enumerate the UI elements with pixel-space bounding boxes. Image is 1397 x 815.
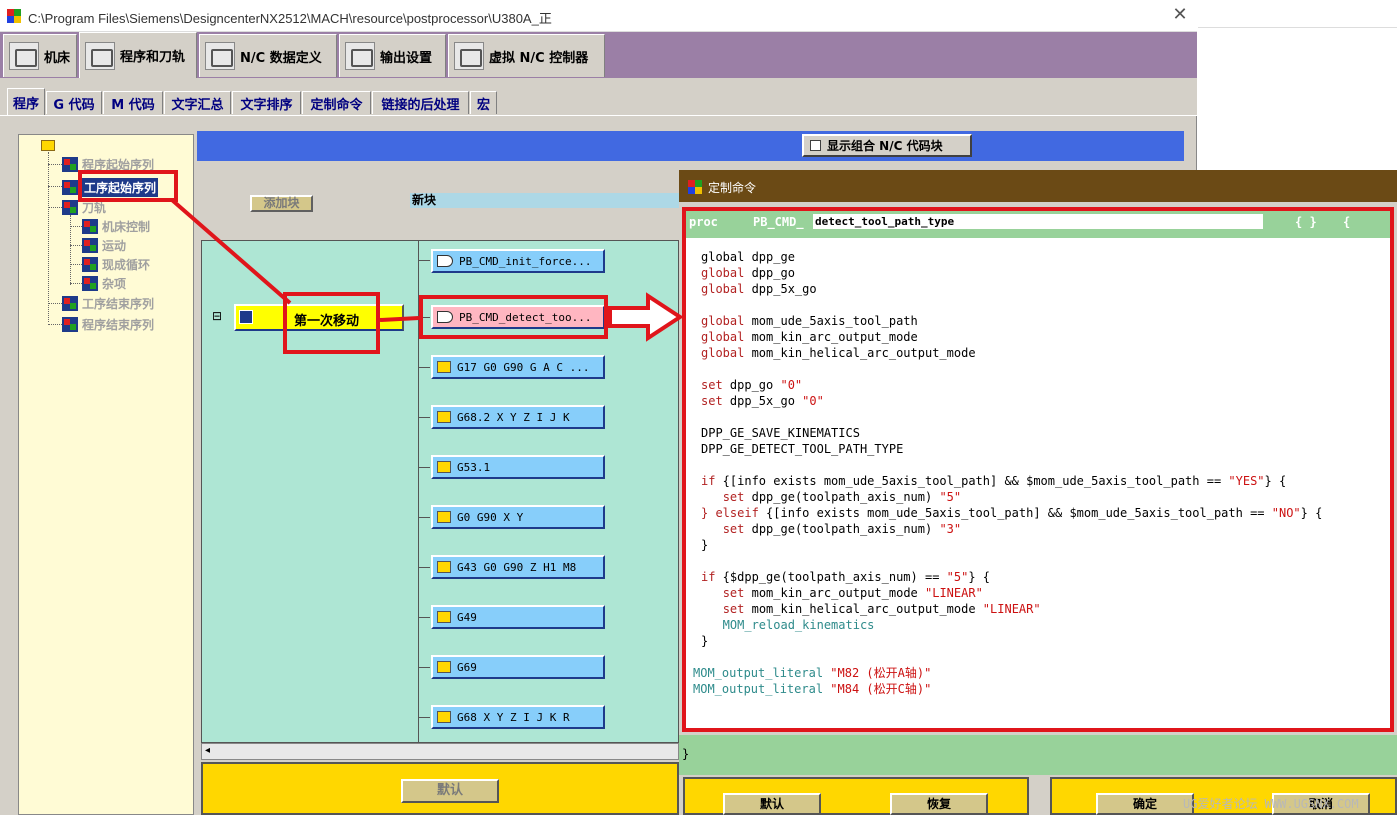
toolpath-icon — [85, 41, 115, 70]
hand-icon — [437, 255, 453, 267]
new-block-select[interactable]: 新块 — [410, 193, 679, 208]
sequence-cube-icon — [82, 219, 98, 234]
scroll-left-icon[interactable]: ◂ — [205, 745, 210, 756]
sequence-cube-icon — [82, 257, 98, 272]
sequence-cube-icon — [82, 238, 98, 253]
block-g53-1[interactable]: G53.1 — [431, 455, 605, 479]
tree-node-canned-cycles[interactable]: 现成循环 — [82, 256, 150, 273]
block-cube-icon — [437, 511, 451, 523]
watermark: UG爱好者论坛 WWW.UGSNX.COM — [1183, 797, 1359, 811]
proc-close-brace: } — [682, 747, 690, 761]
folder-icon — [41, 140, 55, 151]
block-g43[interactable]: G43 G0 G90 Z H1 M8 — [431, 555, 605, 579]
sequence-cube-icon — [62, 296, 78, 311]
block-cube-icon — [437, 361, 451, 373]
app-logo-icon — [688, 180, 702, 194]
tab-macro[interactable]: 宏 — [470, 91, 497, 114]
annotation-box-operation-start — [78, 170, 178, 202]
main-tab-bar: 机床 程序和刀轨 N/C 数据定义 输出设置 虚拟 N/C 控制器 — [0, 32, 1197, 78]
collapse-icon[interactable]: ⊟ — [212, 309, 222, 323]
block-g68-2[interactable]: G68.2 X Y Z I J K — [431, 405, 605, 429]
tab-machine[interactable]: 机床 — [3, 34, 77, 77]
tab-program-toolpath[interactable]: 程序和刀轨 — [79, 32, 197, 78]
window-title: C:\Program Files\Siemens\DesigncenterNX2… — [28, 11, 552, 26]
sequence-cube-icon — [82, 276, 98, 291]
block-g17[interactable]: G17 G0 G90 G A C ... — [431, 355, 605, 379]
printer-icon — [345, 42, 375, 70]
tab-program[interactable]: 程序 — [7, 88, 45, 115]
title-bar: C:\Program Files\Siemens\DesigncenterNX2… — [0, 0, 1197, 32]
background-window — [1198, 0, 1397, 170]
tab-m-code[interactable]: M 代码 — [103, 91, 163, 114]
restore-button[interactable]: 恢复 — [890, 793, 988, 815]
checkbox-icon — [810, 140, 821, 151]
sequence-cube-icon — [62, 200, 78, 215]
dialog-title: 定制命令 — [708, 181, 757, 195]
sequence-tree: 程序起始序列 工序起始序列 刀轨 机床控制 运动 现成循环 杂项 工序结束序列 — [18, 134, 194, 815]
tab-linked-posts[interactable]: 链接的后处理 — [372, 91, 469, 114]
annotation-box-first-move — [283, 292, 380, 354]
tab-label: N/C 数据定义 — [240, 50, 322, 66]
block-g0-g90-x-y[interactable]: G0 G90 X Y — [431, 505, 605, 529]
add-block-button[interactable]: 添加块 — [250, 195, 313, 212]
controller-icon — [454, 42, 484, 70]
tab-label: 虚拟 N/C 控制器 — [489, 50, 589, 66]
block-cube-icon — [437, 411, 451, 423]
block-toolbar: 添加块 新块 — [197, 161, 679, 239]
dialog-button-area-left: 默认 恢复 — [683, 777, 1029, 815]
tab-label: 机床 — [44, 50, 71, 66]
block-cube-icon — [437, 611, 451, 623]
tab-output-settings[interactable]: 输出设置 — [339, 34, 446, 77]
tab-label: 输出设置 — [380, 50, 433, 66]
app-logo-icon — [7, 9, 21, 23]
tree-node-miscellaneous[interactable]: 杂项 — [82, 275, 126, 292]
block-cube-icon — [437, 461, 451, 473]
tree-node-machine-control[interactable]: 机床控制 — [82, 218, 150, 235]
annotation-box-detect-block — [419, 295, 608, 339]
sub-tab-bar: 程序 G 代码 M 代码 文字汇总 文字排序 定制命令 链接的后处理 宏 — [0, 78, 1197, 116]
block-g68[interactable]: G68 X Y Z I J K R — [431, 705, 605, 729]
tab-virtual-nc-controller[interactable]: 虚拟 N/C 控制器 — [448, 34, 605, 77]
block-panel-header: 显示组合 N/C 代码块 — [197, 131, 1184, 161]
horizontal-scrollbar[interactable]: ◂ — [201, 743, 679, 760]
block-pb-cmd-init-force[interactable]: PB_CMD_init_force... — [431, 249, 605, 273]
machine-tool-icon — [9, 42, 39, 70]
event-icon — [239, 310, 253, 324]
default-button[interactable]: 默认 — [401, 779, 499, 803]
default-button[interactable]: 默认 — [723, 793, 821, 815]
proc-footer: } — [679, 735, 1397, 775]
annotation-box-code — [682, 207, 1394, 732]
close-icon[interactable]: ✕ — [1168, 4, 1192, 26]
dialog-title-bar: 定制命令 — [679, 170, 1397, 202]
bottom-button-area: 默认 — [201, 762, 679, 815]
tab-label: 程序和刀轨 — [120, 50, 186, 65]
sequence-cube-icon — [62, 180, 78, 195]
tab-custom-command[interactable]: 定制命令 — [302, 91, 371, 114]
tab-word-sequence[interactable]: 文字排序 — [232, 91, 301, 114]
tree-node-program-end[interactable]: 程序结束序列 — [62, 316, 154, 333]
block-g49[interactable]: G49 — [431, 605, 605, 629]
tab-g-code[interactable]: G 代码 — [46, 91, 102, 114]
tree-node-operation-end[interactable]: 工序结束序列 — [62, 295, 154, 312]
block-cube-icon — [437, 661, 451, 673]
block-g69[interactable]: G69 — [431, 655, 605, 679]
ok-button[interactable]: 确定 — [1096, 793, 1194, 815]
tree-node-motion[interactable]: 运动 — [82, 237, 126, 254]
show-combined-blocks-checkbox[interactable]: 显示组合 N/C 代码块 — [802, 134, 972, 157]
tab-nc-data-definition[interactable]: N/C 数据定义 — [199, 34, 337, 77]
sequence-cube-icon — [62, 317, 78, 332]
tab-word-summary[interactable]: 文字汇总 — [164, 91, 231, 114]
sequence-cube-icon — [62, 157, 78, 172]
block-cube-icon — [437, 561, 451, 573]
nc-data-icon — [205, 42, 235, 70]
block-cube-icon — [437, 711, 451, 723]
